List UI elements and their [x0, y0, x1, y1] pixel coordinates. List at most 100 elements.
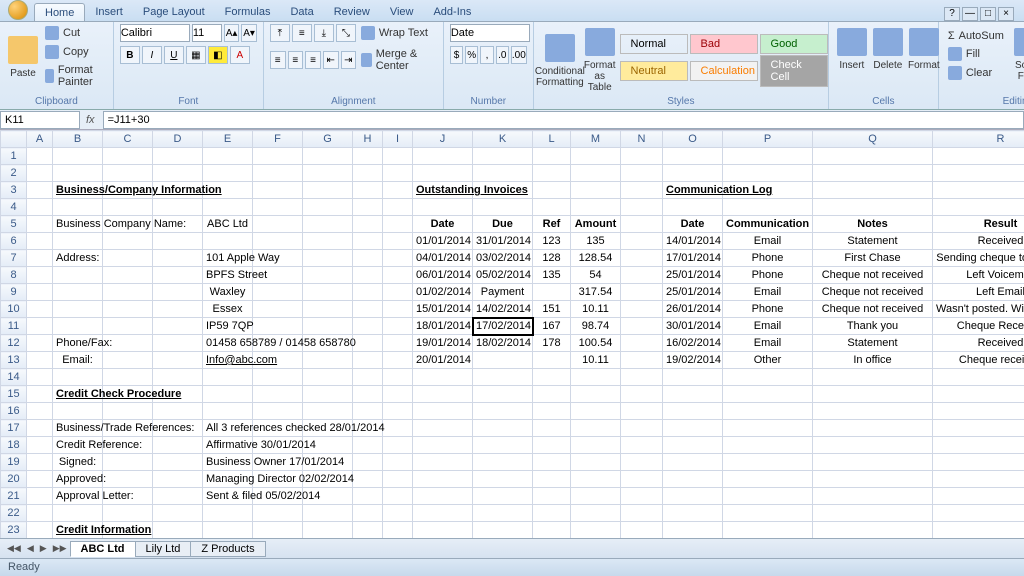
cell-N15[interactable]	[621, 386, 663, 403]
style-good[interactable]: Good	[760, 34, 828, 54]
cell-K8[interactable]: 05/02/2014	[473, 267, 533, 284]
cell-Q20[interactable]	[813, 471, 933, 488]
cell-E6[interactable]	[203, 233, 253, 250]
wrap-text-button[interactable]: Wrap Text	[358, 24, 431, 42]
number-format-select[interactable]	[450, 24, 530, 42]
cell-B18[interactable]: Credit Reference:	[53, 437, 103, 454]
cell-I14[interactable]	[383, 369, 413, 386]
cell-M1[interactable]	[571, 148, 621, 165]
cell-N4[interactable]	[621, 199, 663, 216]
cell-A16[interactable]	[27, 403, 53, 420]
cell-N11[interactable]	[621, 318, 663, 335]
cell-O12[interactable]: 16/02/2014	[663, 335, 723, 352]
cell-I5[interactable]	[383, 216, 413, 233]
cell-B7[interactable]: Address:	[53, 250, 103, 267]
cell-N20[interactable]	[621, 471, 663, 488]
cell-Q11[interactable]: Thank you	[813, 318, 933, 335]
cell-H21[interactable]	[353, 488, 383, 505]
cell-E23[interactable]	[203, 522, 253, 539]
paste-button[interactable]: Paste	[6, 32, 40, 83]
cell-N5[interactable]	[621, 216, 663, 233]
cell-O1[interactable]	[663, 148, 723, 165]
office-orb-icon[interactable]	[8, 0, 28, 20]
style-calculation[interactable]: Calculation	[690, 61, 758, 81]
cell-F3[interactable]	[253, 182, 303, 199]
cell-Q8[interactable]: Cheque not received	[813, 267, 933, 284]
spreadsheet-grid[interactable]: ABCDEFGHIJKLMNOPQRSTU123Business/Company…	[0, 130, 1024, 538]
row-header-8[interactable]: 8	[1, 267, 27, 284]
cell-N22[interactable]	[621, 505, 663, 522]
select-all-corner[interactable]	[1, 131, 27, 148]
cell-L7[interactable]: 128	[533, 250, 571, 267]
cell-F5[interactable]	[253, 216, 303, 233]
cell-B3[interactable]: Business/Company Information	[53, 182, 103, 199]
row-header-19[interactable]: 19	[1, 454, 27, 471]
cell-B19[interactable]: Signed:	[53, 454, 103, 471]
cell-R1[interactable]	[933, 148, 1024, 165]
cell-I20[interactable]	[383, 471, 413, 488]
cell-D2[interactable]	[153, 165, 203, 182]
col-header-A[interactable]: A	[27, 131, 53, 148]
cell-K13[interactable]	[473, 352, 533, 369]
row-header-18[interactable]: 18	[1, 437, 27, 454]
format-button[interactable]: Format	[907, 24, 941, 75]
cell-I13[interactable]	[383, 352, 413, 369]
cell-F10[interactable]	[253, 301, 303, 318]
col-header-E[interactable]: E	[203, 131, 253, 148]
cell-M11[interactable]: 98.74	[571, 318, 621, 335]
cell-E21[interactable]: Sent & filed 05/02/2014	[203, 488, 253, 505]
col-header-I[interactable]: I	[383, 131, 413, 148]
cell-O11[interactable]: 30/01/2014	[663, 318, 723, 335]
cell-Q4[interactable]	[813, 199, 933, 216]
align-top-button[interactable]: ⤒	[270, 24, 290, 42]
cell-C9[interactable]	[103, 284, 153, 301]
cell-I23[interactable]	[383, 522, 413, 539]
cell-Q6[interactable]: Statement	[813, 233, 933, 250]
cell-Q14[interactable]	[813, 369, 933, 386]
cell-G5[interactable]	[303, 216, 353, 233]
cell-R20[interactable]	[933, 471, 1024, 488]
conditional-formatting-button[interactable]: Conditional Formatting	[540, 30, 580, 92]
cell-P15[interactable]	[723, 386, 813, 403]
cell-H6[interactable]	[353, 233, 383, 250]
cell-B23[interactable]: Credit Information	[53, 522, 103, 539]
cell-G4[interactable]	[303, 199, 353, 216]
tab-add-ins[interactable]: Add-Ins	[423, 3, 481, 21]
cell-C20[interactable]	[103, 471, 153, 488]
cell-D4[interactable]	[153, 199, 203, 216]
cell-K14[interactable]	[473, 369, 533, 386]
row-header-12[interactable]: 12	[1, 335, 27, 352]
cell-H16[interactable]	[353, 403, 383, 420]
cell-E8[interactable]: BPFS Street	[203, 267, 253, 284]
orientation-button[interactable]: ⤡	[336, 24, 356, 42]
border-button[interactable]: ▦	[186, 46, 206, 64]
cell-L8[interactable]: 135	[533, 267, 571, 284]
cell-I6[interactable]	[383, 233, 413, 250]
cell-D7[interactable]	[153, 250, 203, 267]
sheet-tab-z-products[interactable]: Z Products	[190, 541, 265, 557]
cell-F6[interactable]	[253, 233, 303, 250]
cell-I18[interactable]	[383, 437, 413, 454]
grow-font-button[interactable]: A▴	[224, 24, 240, 42]
comma-button[interactable]: ,	[480, 46, 493, 64]
cell-A1[interactable]	[27, 148, 53, 165]
cell-M5[interactable]: Amount	[571, 216, 621, 233]
cell-B22[interactable]	[53, 505, 103, 522]
cell-N10[interactable]	[621, 301, 663, 318]
col-header-F[interactable]: F	[253, 131, 303, 148]
cell-L4[interactable]	[533, 199, 571, 216]
cell-Q18[interactable]	[813, 437, 933, 454]
cell-L19[interactable]	[533, 454, 571, 471]
cell-I17[interactable]	[383, 420, 413, 437]
cell-R5[interactable]: Result	[933, 216, 1024, 233]
cell-P22[interactable]	[723, 505, 813, 522]
cell-R4[interactable]	[933, 199, 1024, 216]
cell-Q17[interactable]	[813, 420, 933, 437]
cell-Q1[interactable]	[813, 148, 933, 165]
cell-P8[interactable]: Phone	[723, 267, 813, 284]
font-name-select[interactable]	[120, 24, 190, 42]
cell-O19[interactable]	[663, 454, 723, 471]
cell-F4[interactable]	[253, 199, 303, 216]
cell-L10[interactable]: 151	[533, 301, 571, 318]
cell-A5[interactable]	[27, 216, 53, 233]
